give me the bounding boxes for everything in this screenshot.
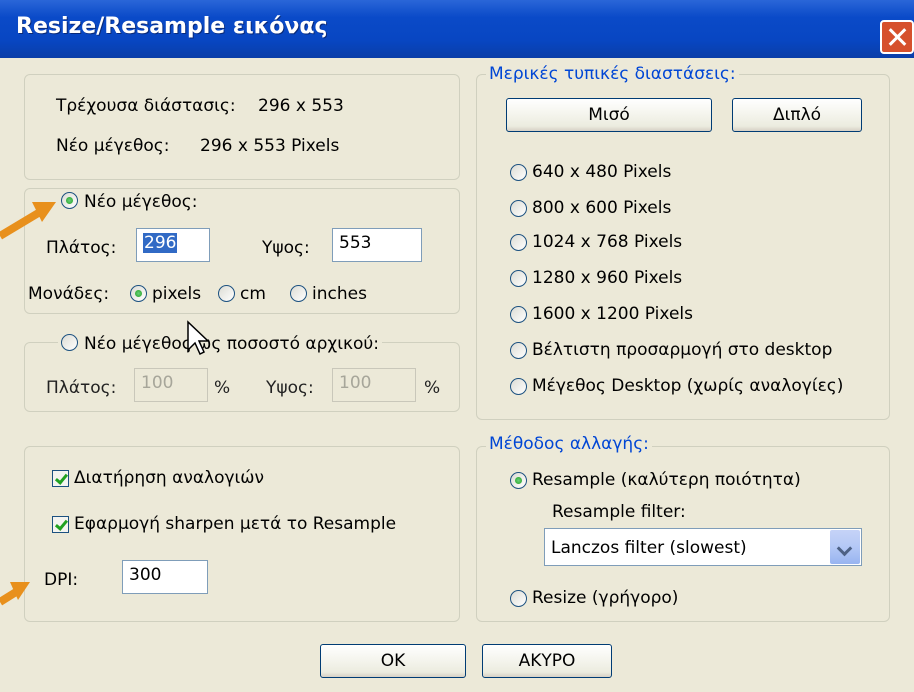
chevron-down-icon[interactable] xyxy=(830,530,860,564)
unit-cm-radio[interactable] xyxy=(218,285,235,302)
preset-label-800: 800 x 600 Pixels xyxy=(532,198,672,218)
keep-ratio-checkbox[interactable] xyxy=(52,470,69,487)
percent-height-sign: % xyxy=(424,378,441,398)
width-label: Πλάτος: xyxy=(46,238,117,258)
resample-radio[interactable] xyxy=(510,472,527,489)
height-label: Υψος: xyxy=(262,238,310,258)
preset-radio-640[interactable] xyxy=(510,164,527,181)
preset-label-640: 640 x 480 Pixels xyxy=(532,162,672,182)
percent-title: Νέο μέγεθος ως ποσοστό αρχικού: xyxy=(84,334,379,354)
unit-inches-radio[interactable] xyxy=(290,285,307,302)
title-bar[interactable]: Resize/Resample εικόνας xyxy=(0,0,914,58)
unit-inches-label: inches xyxy=(312,284,367,304)
unit-pixels-radio[interactable] xyxy=(130,285,147,302)
unit-pixels-label: pixels xyxy=(152,284,202,304)
percent-height-input[interactable]: 100 xyxy=(332,368,416,402)
percent-width-value: 100 xyxy=(141,373,174,393)
percent-legend: Νέο μέγεθος ως ποσοστό αρχικού: xyxy=(58,332,382,354)
method-title: Μέθοδος αλλαγής: xyxy=(486,434,652,454)
half-button[interactable]: Μισό xyxy=(506,98,712,132)
percent-height-value: 100 xyxy=(339,373,372,393)
preset-radio-800[interactable] xyxy=(510,200,527,217)
percent-height-label: Υψος: xyxy=(266,378,314,398)
new-size-value: 296 x 553 Pixels xyxy=(200,136,340,156)
unit-cm-label: cm xyxy=(240,284,266,304)
percent-width-input[interactable]: 100 xyxy=(134,368,208,402)
preset-label-1600: 1600 x 1200 Pixels xyxy=(532,304,693,324)
filter-select[interactable]: Lanczos filter (slowest) xyxy=(544,528,862,566)
new-size-title: Νέο μέγεθος: xyxy=(84,192,198,212)
filter-label: Resample filter: xyxy=(552,502,686,522)
new-size-radio[interactable] xyxy=(61,192,78,209)
percent-radio[interactable] xyxy=(61,334,78,351)
resample-label: Resample (καλύτερη ποιότητα) xyxy=(532,470,801,490)
height-input[interactable]: 553 xyxy=(332,228,422,262)
resize-label: Resize (γρήγορο) xyxy=(532,588,679,608)
preset-label-1024: 1024 x 768 Pixels xyxy=(532,232,683,252)
sharpen-label: Εφαρμογή sharpen μετά το Resample xyxy=(74,514,397,534)
window-title: Resize/Resample εικόνας xyxy=(16,14,328,39)
width-input[interactable]: 296 xyxy=(136,228,210,262)
preset-label-1280: 1280 x 960 Pixels xyxy=(532,268,683,288)
filter-value: Lanczos filter (slowest) xyxy=(551,538,747,558)
sharpen-checkbox[interactable] xyxy=(52,516,69,533)
height-value: 553 xyxy=(339,233,372,253)
resize-radio[interactable] xyxy=(510,590,527,607)
double-button[interactable]: Διπλό xyxy=(732,98,862,132)
info-frame xyxy=(24,74,460,180)
preset-label-desktop-size: Μέγεθος Desktop (χωρίς αναλογίες) xyxy=(532,376,844,396)
presets-title: Μερικές τυπικές διαστάσεις: xyxy=(486,64,739,84)
percent-width-label: Πλάτος: xyxy=(46,378,117,398)
resize-dialog: Resize/Resample εικόνας Τρέχουσα διάστασ… xyxy=(0,0,914,692)
units-label: Μονάδες: xyxy=(28,284,110,304)
new-size-label: Νέο μέγεθος: xyxy=(56,136,170,156)
preset-radio-1024[interactable] xyxy=(510,234,527,251)
current-size-label: Τρέχουσα διάστασις: xyxy=(56,96,236,116)
cancel-button[interactable]: ΑΚΥΡΟ xyxy=(482,644,612,678)
dpi-label: DPI: xyxy=(44,570,79,590)
width-value: 296 xyxy=(143,233,178,253)
new-size-legend: Νέο μέγεθος: xyxy=(58,190,201,212)
percent-width-sign: % xyxy=(214,378,231,398)
preset-radio-fit-desktop[interactable] xyxy=(510,342,527,359)
ok-button[interactable]: OK xyxy=(320,644,466,678)
dpi-input[interactable]: 300 xyxy=(122,560,208,594)
current-size-value: 296 x 553 xyxy=(258,96,344,116)
keep-ratio-label: Διατήρηση αναλογιών xyxy=(74,468,265,488)
dpi-value: 300 xyxy=(129,565,162,585)
close-icon[interactable] xyxy=(880,20,914,54)
preset-label-fit-desktop: Βέλτιστη προσαρμογή στο desktop xyxy=(532,340,833,360)
preset-radio-1280[interactable] xyxy=(510,270,527,287)
preset-radio-desktop-size[interactable] xyxy=(510,378,527,395)
preset-radio-1600[interactable] xyxy=(510,306,527,323)
